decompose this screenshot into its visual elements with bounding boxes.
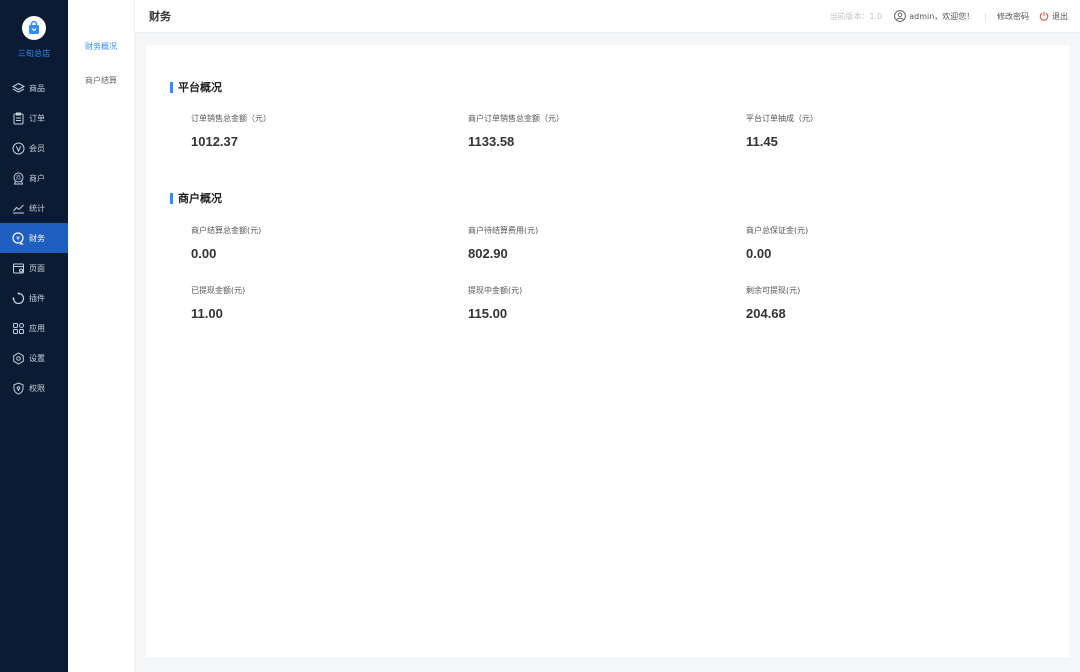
settings-icon [11, 351, 25, 365]
page-icon [11, 261, 25, 275]
stat-label: 已提现金额(元) [191, 285, 391, 296]
plugin-icon [11, 291, 25, 305]
stat-remaining-withdrawable: 剩余可提现(元) 204.68 [746, 285, 946, 321]
stat-label: 平台订单抽成（元） [746, 113, 946, 124]
stat-label: 商户订单销售总金额（元） [468, 113, 668, 124]
finance-overview-card: 平台概况 订单销售总金额（元） 1012.37 商户订单销售总金额（元） 113… [146, 45, 1069, 657]
sidebar-item-settings[interactable]: 设置 [0, 343, 68, 373]
line-chart-icon [11, 201, 25, 215]
logout-button[interactable]: 退出 [1039, 11, 1068, 22]
shield-icon [11, 381, 25, 395]
store-icon: 商 [11, 171, 25, 185]
sidebar-item-pages[interactable]: 页面 [0, 253, 68, 283]
brand[interactable]: 三旬总店 [0, 0, 68, 64]
clipboard-icon [11, 111, 25, 125]
power-icon [1039, 11, 1049, 21]
sidebar-item-label: 会员 [29, 143, 45, 154]
stat-label: 剩余可提现(元) [746, 285, 946, 296]
sidebar-nav: 商品 订单 会员 商 商户 统计 ¥ 财务 页面 插件 [0, 73, 68, 403]
sidebar-item-label: 应用 [29, 323, 45, 334]
sidebar-item-apps[interactable]: 应用 [0, 313, 68, 343]
layers-icon [11, 81, 25, 95]
sidebar-item-statistics[interactable]: 统计 [0, 193, 68, 223]
sidebar-item-label: 统计 [29, 203, 45, 214]
merchant-section-title: 商户概况 [170, 190, 222, 206]
sidebar-item-label: 设置 [29, 353, 45, 364]
stat-value: 1133.58 [468, 134, 668, 149]
stat-label: 提现中金额(元) [468, 285, 668, 296]
sidebar-item-orders[interactable]: 订单 [0, 103, 68, 133]
stat-value: 0.00 [191, 246, 391, 261]
page-title: 财务 [149, 8, 171, 24]
svg-text:商: 商 [15, 174, 20, 181]
sidebar-item-label: 财务 [29, 233, 45, 244]
section-title-text: 平台概况 [178, 79, 222, 95]
version-label: 当前版本：1.0 [829, 11, 882, 22]
sidebar-item-finance[interactable]: ¥ 财务 [0, 223, 68, 253]
stat-merchant-settled-total: 商户结算总金额(元) 0.00 [191, 225, 391, 261]
stat-value: 204.68 [746, 306, 946, 321]
submenu-item-finance-overview[interactable]: 财务概况 [68, 30, 134, 64]
change-password-link[interactable]: 修改密码 [997, 11, 1029, 22]
stat-merchant-order-sales-total: 商户订单销售总金额（元） 1133.58 [468, 113, 668, 149]
sub-menu: 财务概况 商户结算 [68, 0, 135, 672]
main-sidebar: 三旬总店 商品 订单 会员 商 商户 统计 ¥ 财务 页面 [0, 0, 68, 672]
section-accent-bar [170, 193, 173, 204]
stat-value: 11.00 [191, 306, 391, 321]
stat-value: 1012.37 [191, 134, 391, 149]
stat-order-sales-total: 订单销售总金额（元） 1012.37 [191, 113, 391, 149]
apps-icon [11, 321, 25, 335]
stat-label: 商户结算总金额(元) [191, 225, 391, 236]
stat-value: 0.00 [746, 246, 946, 261]
svg-text:¥: ¥ [16, 235, 20, 242]
sidebar-item-label: 权限 [29, 383, 45, 394]
logout-label: 退出 [1052, 11, 1068, 22]
sidebar-item-label: 商品 [29, 83, 45, 94]
stat-value: 115.00 [468, 306, 668, 321]
header-right: 当前版本：1.0 admin，欢迎您！ | 修改密码 退出 [829, 10, 1068, 22]
sidebar-item-label: 订单 [29, 113, 45, 124]
brand-name: 三旬总店 [18, 48, 51, 59]
header-separator: | [984, 12, 987, 21]
shopping-bag-icon [22, 16, 46, 40]
stat-withdrawing-amount: 提现中金额(元) 115.00 [468, 285, 668, 321]
finance-icon: ¥ [11, 231, 25, 245]
sidebar-item-plugins[interactable]: 插件 [0, 283, 68, 313]
sidebar-item-label: 页面 [29, 263, 45, 274]
section-title-text: 商户概况 [178, 190, 222, 206]
stat-platform-commission: 平台订单抽成（元） 11.45 [746, 113, 946, 149]
stat-label: 订单销售总金额（元） [191, 113, 391, 124]
sidebar-item-label: 插件 [29, 293, 45, 304]
sidebar-item-permissions[interactable]: 权限 [0, 373, 68, 403]
sidebar-item-merchants[interactable]: 商 商户 [0, 163, 68, 193]
stat-label: 商户总保证金(元) [746, 225, 946, 236]
sidebar-item-label: 商户 [29, 173, 45, 184]
vip-icon [11, 141, 25, 155]
sidebar-item-products[interactable]: 商品 [0, 73, 68, 103]
stat-merchant-deposit-total: 商户总保证金(元) 0.00 [746, 225, 946, 261]
stat-merchant-pending-settlement: 商户待结算费用(元) 802.90 [468, 225, 668, 261]
section-accent-bar [170, 82, 173, 93]
submenu-item-merchant-settlement[interactable]: 商户结算 [68, 64, 134, 98]
sidebar-item-members[interactable]: 会员 [0, 133, 68, 163]
stat-withdrawn-amount: 已提现金额(元) 11.00 [191, 285, 391, 321]
stat-label: 商户待结算费用(元) [468, 225, 668, 236]
user-icon [894, 10, 906, 22]
platform-section-title: 平台概况 [170, 79, 222, 95]
welcome-text: admin，欢迎您！ [909, 11, 974, 22]
stat-value: 11.45 [746, 134, 946, 149]
stat-value: 802.90 [468, 246, 668, 261]
top-header: 财务 当前版本：1.0 admin，欢迎您！ | 修改密码 退出 [135, 0, 1080, 33]
